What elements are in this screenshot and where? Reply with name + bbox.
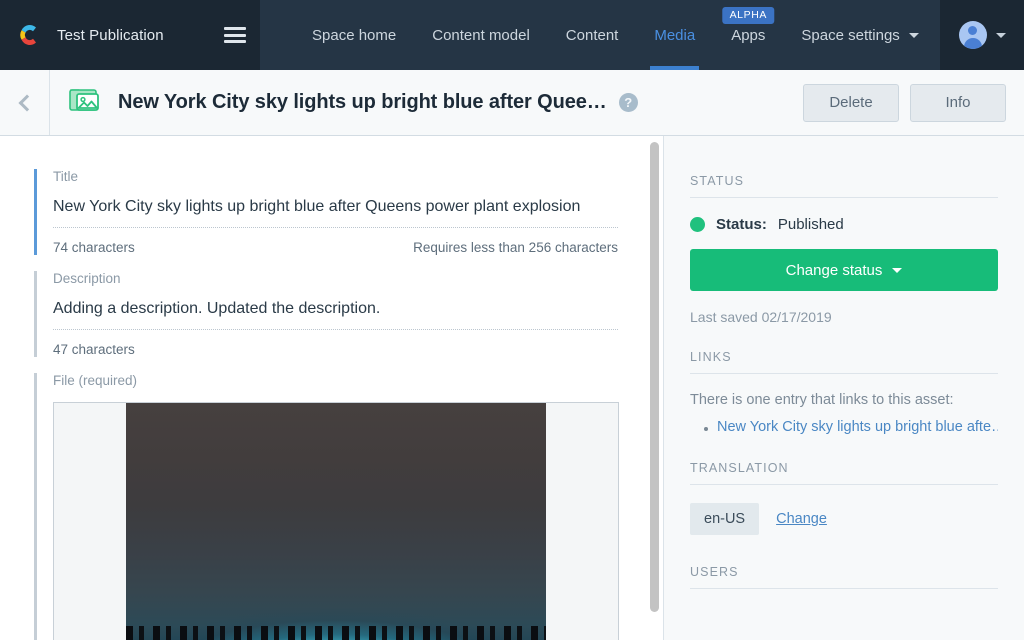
title-validation-hint: Requires less than 256 characters [413,240,618,255]
main-scrollbar[interactable] [649,136,661,640]
chevron-left-icon [18,94,35,111]
space-name-label: Test Publication [57,26,164,44]
change-status-button[interactable]: Change status [690,249,998,291]
description-char-count: 47 characters [53,342,135,357]
description-input[interactable]: Adding a description. Updated the descri… [53,300,618,330]
locale-chip: en-US [690,503,760,535]
asset-editor-body: Title New York City sky lights up bright… [0,136,1024,640]
back-button[interactable] [0,70,50,135]
field-file: File (required) [34,373,619,640]
nav-label: Space settings [801,26,900,44]
chevron-down-icon [995,32,1006,38]
list-item: New York City sky lights up bright blue … [704,419,998,435]
status-label: Status: [716,216,767,233]
nav-label: Apps [731,26,766,44]
contentful-logo-icon [14,20,44,50]
field-file-label: File (required) [53,373,138,388]
change-status-label: Change status [785,261,883,279]
field-description: Description Adding a description. Update… [34,271,618,357]
sidebar-section-users: USERS [690,565,998,589]
hamburger-menu-icon[interactable] [224,27,246,43]
links-description: There is one entry that links to this as… [690,392,954,408]
field-description-meta: 47 characters [53,342,618,357]
title-char-count: 74 characters [53,240,135,255]
asset-image-preview [126,403,546,640]
sidebar-section-translation: TRANSLATION [690,461,998,485]
sidebar-section-status: STATUS [690,174,998,198]
brand-area: Test Publication [0,0,260,70]
main-scrollbar-thumb[interactable] [650,142,659,612]
status-badge: Status: Published [690,216,998,233]
change-locale-link[interactable]: Change [776,511,827,527]
asset-sidebar: STATUS Status: Published Change status L… [663,136,1024,640]
nav-label: Content [565,26,619,44]
user-avatar-icon [958,21,987,49]
alpha-badge: ALPHA [722,7,775,24]
status-dot-icon [690,217,705,232]
page-title: New York City sky lights up bright blue … [118,91,607,113]
last-saved-text: Last saved 02/17/2019 [690,309,832,325]
nav-label: Content model [432,26,530,44]
field-description-label: Description [53,271,121,286]
chevron-down-icon [892,267,903,273]
field-title: Title New York City sky lights up bright… [34,169,618,255]
field-title-label: Title [53,169,79,184]
linked-entries-list: New York City sky lights up bright blue … [690,419,998,435]
status-value: Published [777,216,844,233]
help-question-icon[interactable]: ? [618,93,638,112]
nav-item-content-model[interactable]: Content model [414,0,548,70]
nav-label: Space home [312,26,397,44]
nav-label: Media [654,26,696,44]
linked-entry-link[interactable]: New York City sky lights up bright blue … [717,419,998,435]
nav-item-content[interactable]: Content [548,0,637,70]
delete-button[interactable]: Delete [803,83,899,122]
media-folder-image-icon [68,84,104,121]
asset-sub-header: New York City sky lights up bright blue … [0,70,1024,136]
account-menu[interactable] [940,0,1024,70]
asset-fields-column: Title New York City sky lights up bright… [0,136,663,640]
nav-item-media[interactable]: Media [636,0,713,70]
title-input[interactable]: New York City sky lights up bright blue … [53,198,618,228]
header-actions: Delete Info [803,83,1024,122]
nav-item-space-home[interactable]: Space home [294,0,414,70]
top-navigation-bar: Test Publication Space home Content mode… [0,0,1024,70]
chevron-down-icon [908,32,919,38]
file-preview-container[interactable] [53,402,619,640]
sidebar-section-links: LINKS [690,350,998,374]
main-nav-items: Space home Content model Content Media A… [260,0,940,70]
nav-item-apps[interactable]: ALPHA Apps [713,0,783,70]
nav-item-space-settings[interactable]: Space settings [783,0,936,70]
info-button[interactable]: Info [910,83,1006,122]
image-sky-layer [126,403,546,640]
field-title-meta: 74 characters Requires less than 256 cha… [53,240,618,255]
translation-row: en-US Change [690,503,998,535]
